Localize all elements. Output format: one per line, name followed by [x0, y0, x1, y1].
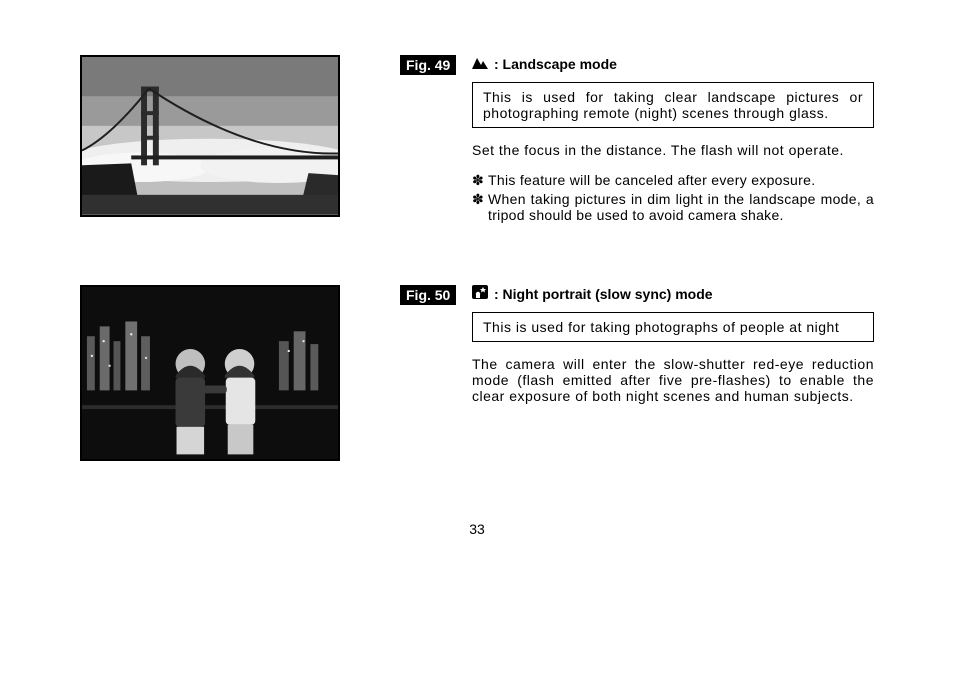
- night-portrait-para: The camera will enter the slow-shutter r…: [472, 356, 874, 404]
- section-landscape: Fig. 49 : Landscape mode This is used fo…: [80, 55, 874, 225]
- landscape-para: Set the focus in the distance. The flash…: [472, 142, 874, 158]
- figure-49-photo-container: [80, 55, 360, 217]
- bullet-text: When taking pictures in dim light in the…: [488, 191, 874, 223]
- section-2-content: : Night portrait (slow sync) mode This i…: [472, 285, 874, 418]
- bullet-item: ✽ This feature will be canceled after ev…: [472, 172, 874, 189]
- night-portrait-heading-text: : Night portrait (slow sync) mode: [494, 286, 713, 302]
- night-portrait-box: This is used for taking photographs of p…: [472, 312, 874, 342]
- page-number: 33: [80, 521, 874, 537]
- landscape-heading-text: : Landscape mode: [494, 56, 617, 72]
- night-portrait-icon: [472, 285, 488, 302]
- night-portrait-heading: : Night portrait (slow sync) mode: [472, 285, 874, 302]
- night-portrait-image: [82, 287, 338, 459]
- figure-50-label: Fig. 50: [400, 285, 456, 305]
- fig-50-label-col: Fig. 50: [400, 285, 462, 305]
- bullet-text: This feature will be canceled after ever…: [488, 172, 874, 188]
- bridge-image: [82, 57, 338, 215]
- fig-49-label-col: Fig. 49: [400, 55, 462, 75]
- bullet-mark: ✽: [472, 191, 484, 208]
- landscape-box: This is used for taking clear landscape …: [472, 82, 874, 128]
- bullet-mark: ✽: [472, 172, 484, 189]
- page: Fig. 49 : Landscape mode This is used fo…: [0, 0, 954, 675]
- landscape-bullets: ✽ This feature will be canceled after ev…: [472, 172, 874, 223]
- section-1-right: Fig. 49 : Landscape mode This is used fo…: [400, 55, 874, 225]
- landscape-heading: : Landscape mode: [472, 55, 874, 72]
- bullet-item: ✽ When taking pictures in dim light in t…: [472, 191, 874, 223]
- figure-49-photo: [80, 55, 340, 217]
- figure-49-label: Fig. 49: [400, 55, 456, 75]
- section-1-content: : Landscape mode This is used for taking…: [472, 55, 874, 225]
- section-2-right: Fig. 50 : Night portrait (slow sync) mod…: [400, 285, 874, 418]
- section-night-portrait: Fig. 50 : Night portrait (slow sync) mod…: [80, 285, 874, 461]
- figure-50-photo-container: [80, 285, 360, 461]
- figure-50-photo: [80, 285, 340, 461]
- landscape-icon: [472, 55, 488, 72]
